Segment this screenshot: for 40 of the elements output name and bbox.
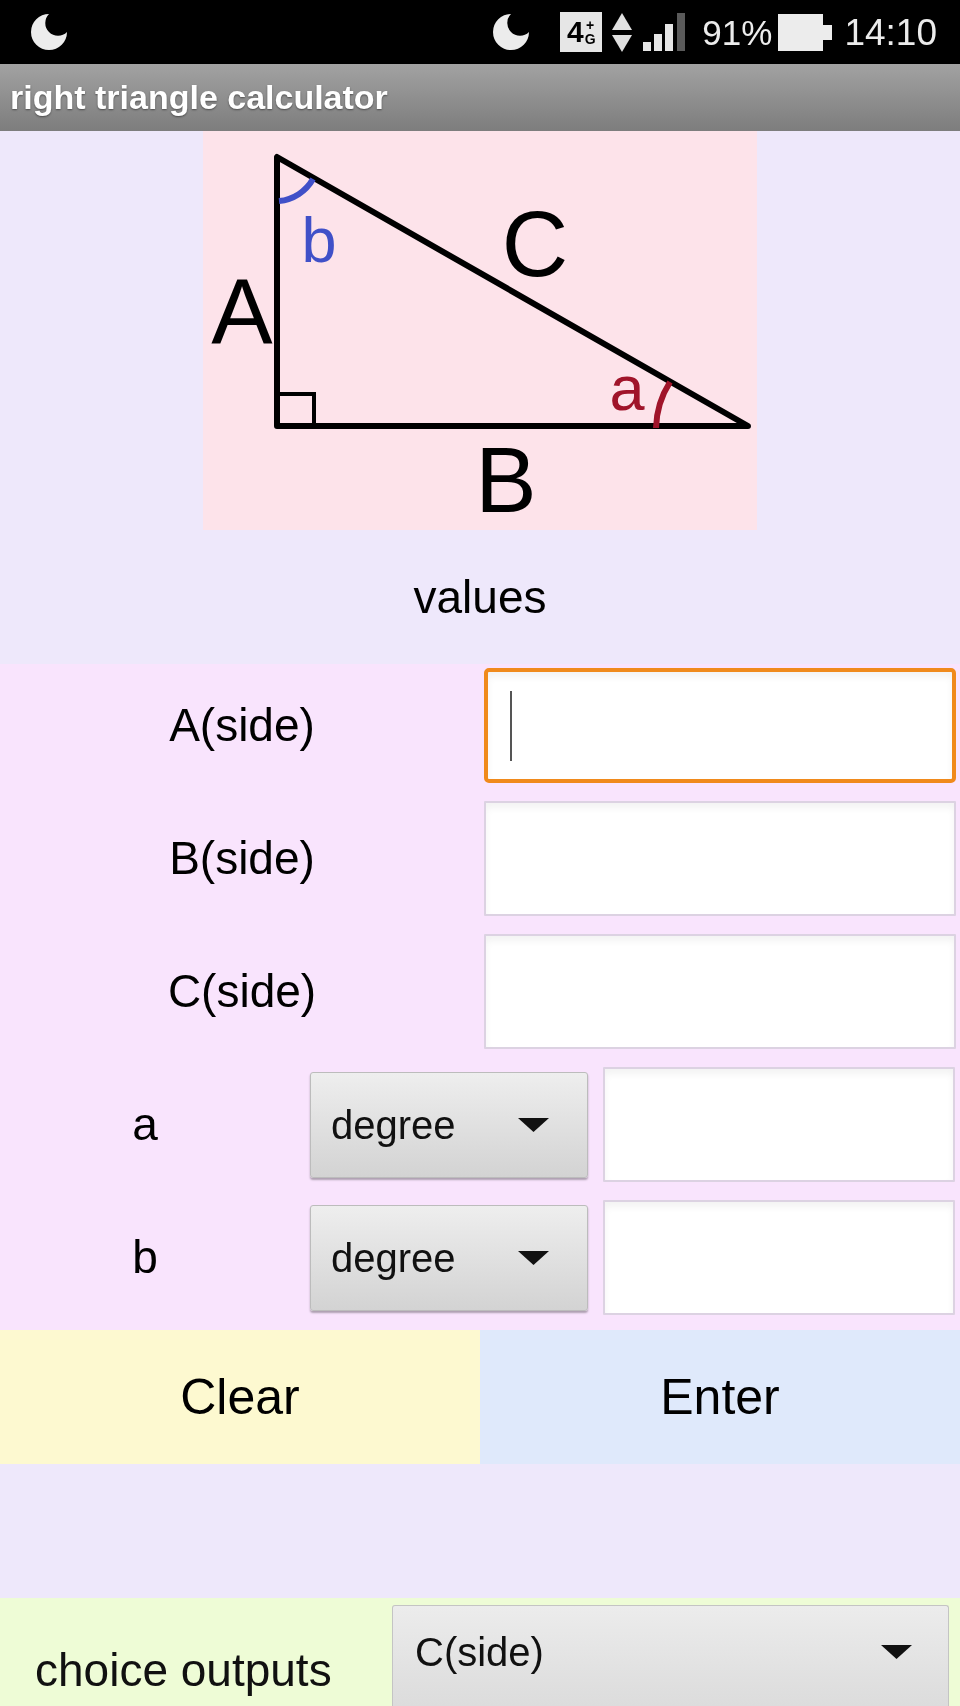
angle-arc (653, 380, 673, 429)
battery-icon (778, 13, 833, 51)
battery-percentage: 91% (702, 14, 773, 50)
dropdown-caret-icon (518, 1117, 549, 1132)
angle-label: a (609, 353, 645, 423)
side-label: C (501, 193, 569, 295)
data-activity-icon (612, 12, 633, 52)
right-angle-marker (277, 392, 316, 426)
angle-input-label: b (132, 1230, 158, 1285)
angle-arc (278, 177, 316, 204)
moon-icon (493, 14, 530, 50)
unit-select[interactable]: degree (310, 1204, 588, 1311)
text-field[interactable] (484, 934, 956, 1049)
side-label: B (475, 429, 537, 530)
signal-strength-icon (643, 13, 686, 51)
values-heading: values (413, 569, 547, 625)
text-field[interactable] (484, 801, 956, 916)
network-generation: 4 (567, 17, 584, 47)
output-label: choice outputs (35, 1643, 332, 1698)
text-cursor-icon (510, 690, 512, 761)
text-field[interactable] (603, 1200, 955, 1315)
dropdown-caret-icon (881, 1645, 912, 1659)
moon-icon (31, 14, 67, 50)
side-input-label: A(side) (169, 698, 315, 753)
dropdown-caret-icon (518, 1250, 549, 1265)
angle-label: b (301, 205, 337, 275)
angle-input-label: a (132, 1097, 158, 1152)
network-letter: G (584, 32, 596, 46)
output-select[interactable]: C(side) (392, 1605, 949, 1706)
text-field[interactable] (484, 668, 956, 783)
clock-time: 14:10 (844, 13, 937, 51)
text-field[interactable] (603, 1067, 955, 1182)
network-plus-sign: + (586, 18, 595, 32)
action-button[interactable]: Clear (0, 1330, 480, 1464)
side-label: A (211, 261, 273, 363)
side-input-label: B(side) (169, 831, 315, 886)
unit-select[interactable]: degree (310, 1071, 588, 1178)
action-button[interactable]: Enter (480, 1330, 960, 1464)
app-title: right triangle calculator (10, 77, 388, 118)
side-input-label: C(side) (167, 964, 317, 1019)
